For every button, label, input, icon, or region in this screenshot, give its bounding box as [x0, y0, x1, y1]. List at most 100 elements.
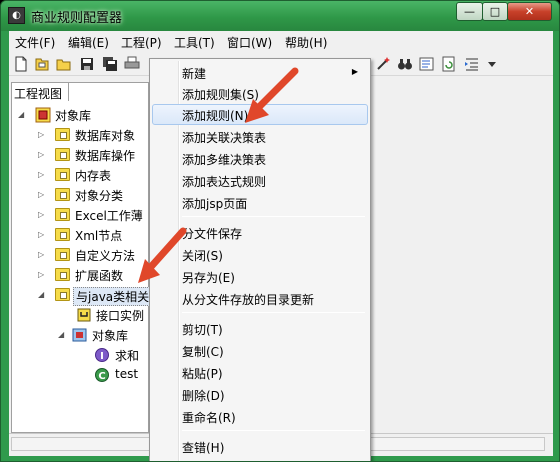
print-icon[interactable]	[124, 56, 140, 72]
folder-icon	[55, 247, 71, 263]
expand-icon[interactable]: ▷	[38, 230, 44, 239]
menu-item-cut[interactable]: 剪切(T)	[152, 318, 368, 339]
tree-item[interactable]: I 求和	[94, 346, 148, 364]
object-library-icon	[72, 327, 88, 343]
collapse-icon[interactable]: ◢	[38, 290, 44, 299]
expand-icon[interactable]: ▷	[38, 130, 44, 139]
tree-item-label: 数据库对象	[75, 129, 136, 143]
folder-icon	[55, 227, 71, 243]
folder-icon	[55, 207, 71, 223]
submenu-arrow-icon: ▶	[351, 67, 358, 76]
folder-icon	[55, 147, 71, 163]
menu-item-save-as[interactable]: 另存为(E)	[152, 266, 368, 287]
tree-item-label: Xml节点	[75, 229, 123, 243]
expand-icon[interactable]: ▷	[38, 190, 44, 199]
menu-item-check-errors[interactable]: 查错(H)	[152, 436, 368, 457]
tree-item[interactable]: 接口实例	[76, 306, 148, 324]
menu-item-add-jsp-page[interactable]: 添加jsp页面	[152, 192, 368, 213]
tree-item[interactable]: ▷ Excel工作薄	[38, 206, 148, 224]
title-bar[interactable]: ◐ 商业规则配置器 — □ ✕	[1, 1, 559, 31]
menu-help[interactable]: 帮助(H)	[285, 34, 327, 51]
tree-item-label: 对象分类	[75, 189, 124, 203]
indent-icon[interactable]	[464, 56, 480, 72]
folder-icon	[55, 167, 71, 183]
menu-item-delete[interactable]: 删除(D)	[152, 384, 368, 405]
folder-icon	[55, 267, 71, 283]
menu-item-add-ruleset[interactable]: 添加规则集(S)	[152, 83, 368, 104]
tree-item[interactable]: ▷ Xml节点	[38, 226, 148, 244]
binoculars-icon[interactable]	[397, 56, 413, 72]
tree-item-label: 内存表	[75, 169, 112, 183]
tree-item-label: 扩展函数	[75, 269, 124, 283]
menu-item-add-multidim-table[interactable]: 添加多维决策表	[152, 148, 368, 169]
refresh-icon[interactable]	[441, 56, 457, 72]
tree-item-label: 求和	[115, 349, 140, 363]
window-title: 商业规则配置器	[31, 11, 123, 26]
interface-icon	[76, 307, 92, 323]
collapse-icon[interactable]: ◢	[18, 110, 24, 119]
tree-item[interactable]: ◢ 对象库	[58, 326, 148, 344]
menu-window[interactable]: 窗口(W)	[227, 34, 272, 51]
app-logo-icon: ◐	[8, 7, 25, 24]
menu-edit[interactable]: 编辑(E)	[68, 34, 109, 51]
folder-icon	[55, 287, 71, 303]
context-menu: 新建 ▶ 添加规则集(S) 添加规则(N) 添加关联决策表 添加多维决策表 添加…	[149, 58, 371, 461]
open-folder-icon[interactable]	[56, 56, 72, 72]
minimize-button[interactable]: —	[456, 2, 483, 21]
expand-icon[interactable]: ▷	[38, 210, 44, 219]
tree-item[interactable]: ▷ 内存表	[38, 166, 148, 184]
open-file-icon[interactable]	[34, 56, 50, 72]
maximize-button[interactable]: □	[482, 2, 508, 21]
tree-item-label: 自定义方法	[75, 249, 136, 263]
dropdown-icon[interactable]	[484, 56, 500, 72]
tree-item[interactable]: ▷ 数据库对象	[38, 126, 148, 144]
tree-item[interactable]: ▷ 数据库操作	[38, 146, 148, 164]
menu-item-paste[interactable]: 粘贴(P)	[152, 362, 368, 383]
expand-icon[interactable]: ▷	[38, 270, 44, 279]
menu-item-copy[interactable]: 复制(C)	[152, 340, 368, 361]
menu-item-update-from-dir[interactable]: 从分文件存放的目录更新	[152, 288, 368, 309]
tree-item-label: 与java类相关	[73, 287, 153, 306]
tree-item[interactable]: ▷ 自定义方法	[38, 246, 148, 264]
tree-item[interactable]: ▷ 对象分类	[38, 186, 148, 204]
tree-item-label: 对象库	[92, 329, 129, 343]
tab-project-view[interactable]: 工程视图	[11, 82, 69, 101]
menu-separator	[182, 312, 365, 313]
expand-icon[interactable]: ▷	[38, 250, 44, 259]
menu-item-close[interactable]: 关闭(S)	[152, 244, 368, 265]
wand-icon[interactable]	[375, 56, 391, 72]
menu-tools[interactable]: 工具(T)	[174, 34, 215, 51]
menu-project[interactable]: 工程(P)	[121, 34, 162, 51]
menu-item-add-expression-rule[interactable]: 添加表达式规则	[152, 170, 368, 191]
menu-item-new[interactable]: 新建 ▶	[152, 62, 368, 83]
folder-icon	[55, 127, 71, 143]
expand-icon[interactable]: ▷	[38, 170, 44, 179]
new-file-icon[interactable]	[13, 56, 29, 72]
tree-root[interactable]: ◢ 对象库	[18, 106, 148, 124]
tree-item-selected[interactable]: ◢ 与java类相关	[38, 286, 153, 306]
menu-bar: 文件(F) 编辑(E) 工程(P) 工具(T) 窗口(W) 帮助(H)	[9, 31, 553, 52]
tree-item-label: test	[115, 367, 139, 381]
tree-item[interactable]: ▷ 扩展函数	[38, 266, 148, 284]
app-window: ◐ 商业规则配置器 — □ ✕ 文件(F) 编辑(E) 工程(P) 工具(T) …	[0, 0, 560, 462]
tree-item-label: 数据库操作	[75, 149, 136, 163]
folder-icon	[55, 187, 71, 203]
save-all-icon[interactable]	[102, 56, 118, 72]
menu-item-add-relation-table[interactable]: 添加关联决策表	[152, 126, 368, 147]
expand-icon[interactable]: ▷	[38, 150, 44, 159]
save-icon[interactable]	[79, 56, 95, 72]
tree-item-label: 接口实例	[96, 309, 145, 323]
tree-item[interactable]: C test	[94, 366, 148, 384]
tree-item-label: Excel工作薄	[75, 209, 143, 223]
menu-file[interactable]: 文件(F)	[15, 34, 55, 51]
close-button[interactable]: ✕	[507, 2, 552, 21]
collapse-icon[interactable]: ◢	[58, 330, 64, 339]
menu-item-rename[interactable]: 重命名(R)	[152, 406, 368, 427]
menu-separator	[182, 216, 365, 217]
properties-icon[interactable]	[419, 56, 435, 72]
menu-item-add-rule[interactable]: 添加规则(N)	[152, 104, 368, 125]
menu-separator	[182, 430, 365, 431]
menu-item-split-save[interactable]: 分文件保存	[152, 222, 368, 243]
svg-text:I: I	[100, 351, 104, 362]
object-library-icon	[35, 107, 51, 123]
